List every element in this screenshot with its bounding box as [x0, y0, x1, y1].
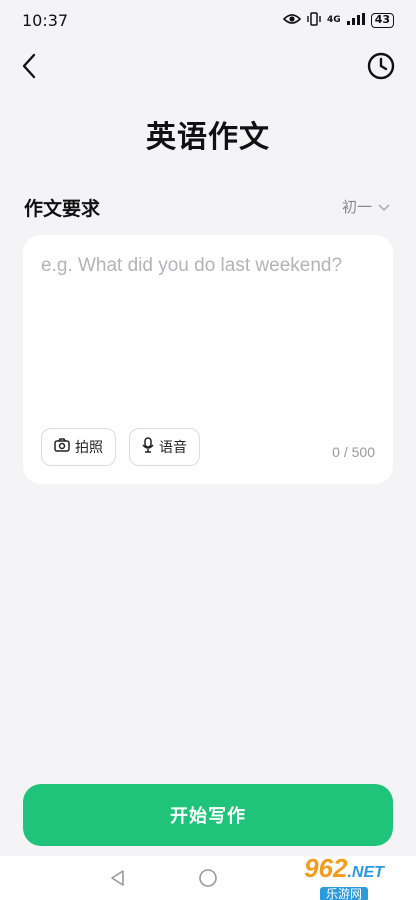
vibrate-icon [307, 11, 321, 29]
microphone-icon [142, 437, 154, 457]
chevron-left-icon [18, 53, 42, 84]
back-button[interactable] [18, 52, 42, 80]
signal-icon [346, 12, 365, 28]
history-button[interactable] [366, 51, 396, 81]
start-writing-button[interactable]: 开始写作 [23, 784, 393, 846]
character-counter: 0 / 500 [332, 444, 375, 460]
requirement-card: e.g. What did you do last weekend? 拍照 语音… [23, 235, 393, 484]
nav-home-icon[interactable] [198, 868, 218, 892]
nav-back-icon[interactable] [108, 868, 128, 892]
grade-dropdown[interactable]: 初一 [342, 196, 390, 217]
site-watermark: 962.NET 乐游网 [278, 853, 410, 900]
status-icons: 4G 43 [282, 11, 394, 29]
battery-indicator: 43 [370, 12, 394, 28]
voice-label: 语音 [159, 440, 187, 456]
chevron-down-icon [378, 198, 390, 216]
network-label: 4G [327, 14, 341, 25]
requirement-input[interactable]: e.g. What did you do last weekend? [41, 251, 371, 421]
top-bar [0, 44, 416, 88]
photo-button[interactable]: 拍照 [41, 428, 116, 466]
watermark-subtitle: 乐游网 [319, 887, 368, 900]
photo-label: 拍照 [75, 440, 103, 456]
camera-icon [54, 438, 70, 456]
status-bar: 10:37 4G 43 [0, 0, 416, 40]
eye-icon [282, 13, 302, 28]
requirements-label: 作文要求 [24, 198, 101, 220]
clock-icon [366, 52, 396, 85]
grade-value: 初一 [341, 198, 372, 216]
watermark-brand: 962.NET [304, 853, 384, 883]
voice-button[interactable]: 语音 [129, 428, 200, 466]
status-time: 10:37 [22, 10, 69, 30]
page-title: 英语作文 [146, 120, 270, 155]
